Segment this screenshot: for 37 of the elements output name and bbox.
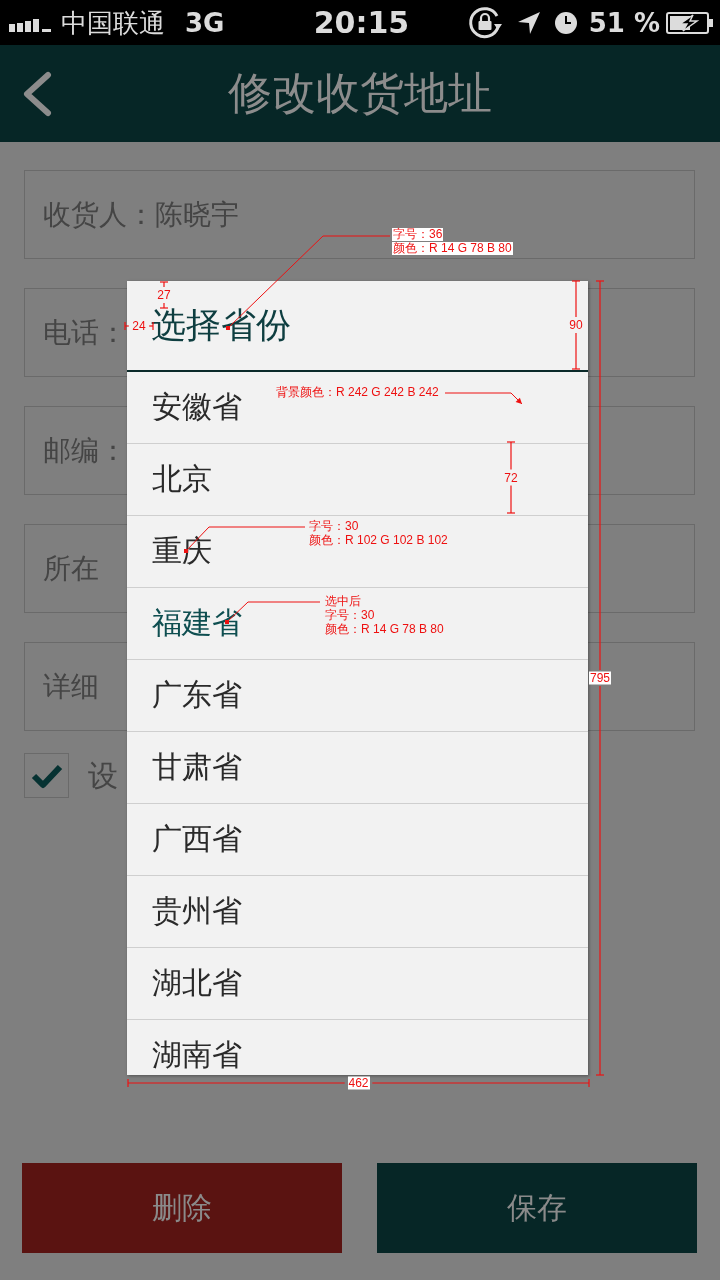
list-item[interactable]: 贵州省	[127, 876, 588, 948]
annotation-text: 字号：30	[309, 520, 359, 533]
delete-button[interactable]: 删除	[22, 1163, 342, 1253]
dimension-label: 795	[589, 671, 611, 685]
dimension-label: 27	[157, 288, 171, 302]
checkbox[interactable]	[24, 753, 69, 798]
network-type: 3G	[185, 9, 225, 36]
dimension-label: 90	[569, 318, 583, 332]
list-item[interactable]: 湖北省	[127, 948, 588, 1020]
checkmark-icon	[30, 762, 63, 789]
list-item[interactable]: 甘肃省	[127, 732, 588, 804]
dimension-label: 462	[347, 1076, 370, 1090]
rotation-lock-icon	[466, 4, 503, 41]
dimension-label: 24	[132, 319, 146, 333]
back-icon[interactable]	[21, 70, 53, 117]
dialog-title: 选择省份	[151, 306, 291, 345]
annotation-text: 字号：36	[392, 228, 444, 241]
save-button[interactable]: 保存	[377, 1163, 697, 1253]
list-item[interactable]: 广东省	[127, 660, 588, 732]
page-title: 修改收货地址	[228, 69, 492, 118]
signal-icon	[9, 17, 51, 32]
location-arrow-icon	[516, 10, 541, 35]
battery-percent: 51 %	[588, 9, 660, 36]
clock-time: 20:15	[313, 7, 410, 38]
battery-charging-icon	[666, 11, 714, 34]
annotation-text: 颜色：R 14 G 78 B 80	[392, 242, 513, 255]
annotation-text: 字号：30	[325, 609, 375, 622]
annotation-text: 颜色：R 14 G 78 B 80	[325, 623, 444, 636]
dimension-label: 72	[504, 471, 518, 484]
annotation-text: 颜色：R 102 G 102 B 102	[309, 534, 448, 547]
annotation-text: 背景颜色：R 242 G 242 B 242	[276, 386, 439, 399]
carrier-name: 中国联通	[61, 9, 165, 36]
annotation-text: 选中后	[325, 595, 361, 608]
clock-icon	[554, 11, 577, 34]
list-item[interactable]: 广西省	[127, 804, 588, 876]
checkbox-label: 设	[88, 759, 118, 792]
dimension-line	[159, 281, 169, 309]
